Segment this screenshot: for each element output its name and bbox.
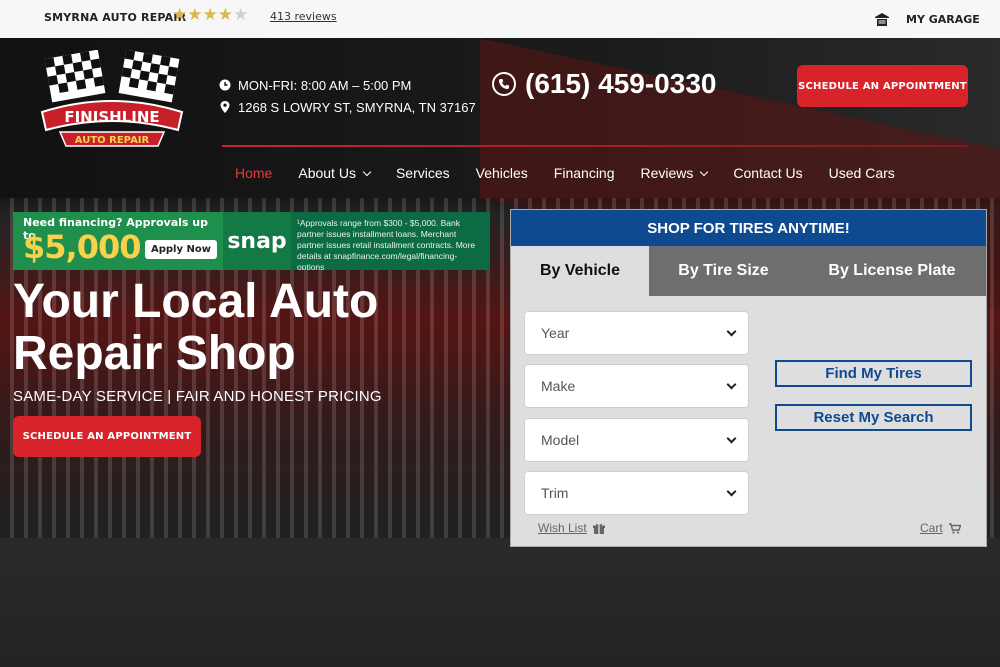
find-my-tires-button[interactable]: Find My Tires — [775, 360, 972, 387]
nav-item-label: Reviews — [640, 165, 694, 181]
hero-title-line2: Repair Shop — [13, 327, 296, 380]
gift-icon — [592, 523, 605, 534]
hours-row: MON-FRI: 8:00 AM – 5:00 PM — [218, 74, 476, 96]
snap-logo: snap — [223, 212, 291, 270]
clock-icon — [219, 79, 231, 91]
business-hours: MON-FRI: 8:00 AM – 5:00 PM — [238, 77, 412, 93]
snap-offer: Need financing? Approvals up to $5,000 A… — [13, 212, 223, 270]
phone-link[interactable]: (615) 459-0330 — [492, 68, 716, 100]
hero-title: Your Local Auto Repair Shop — [13, 276, 378, 380]
snap-financing-banner[interactable]: Need financing? Approvals up to $5,000 A… — [13, 212, 490, 270]
tab-by-vehicle[interactable]: By Vehicle — [511, 246, 649, 296]
tab-by-tire-size[interactable]: By Tire Size — [649, 246, 798, 296]
snap-amount: $5,000 — [23, 228, 141, 266]
reset-my-search-button[interactable]: Reset My Search — [775, 404, 972, 431]
tire-panel-heading: SHOP FOR TIRES ANYTIME! — [511, 210, 986, 246]
nav-item-services[interactable]: Services — [383, 165, 463, 181]
trim-select-placeholder: Trim — [541, 485, 569, 501]
half-star-icon: ★ — [232, 5, 249, 25]
snap-apply-button[interactable]: Apply Now — [145, 240, 217, 259]
nav-divider — [222, 145, 968, 147]
model-select-placeholder: Model — [541, 432, 580, 448]
nav-item-about-us[interactable]: About Us — [285, 165, 383, 181]
chevron-down-icon — [726, 433, 737, 444]
nav-item-label: About Us — [298, 165, 356, 181]
trim-select[interactable]: Trim — [524, 471, 749, 515]
make-select-placeholder: Make — [541, 378, 576, 394]
chevron-down-icon — [726, 379, 737, 390]
chevron-down-icon — [700, 167, 709, 177]
address-row: 1268 S LOWRY ST, SMYRNA, TN 37167 — [218, 96, 476, 118]
tab-by-license-plate[interactable]: By License Plate — [798, 246, 986, 296]
hero-tagline: SAME-DAY SERVICE | FAIR AND HONEST PRICI… — [13, 388, 382, 405]
year-select-placeholder: Year — [541, 325, 570, 341]
nav-item-reviews[interactable]: Reviews — [628, 165, 721, 181]
cart-icon — [948, 522, 961, 534]
shop-name: SMYRNA AUTO REPAIR — [44, 11, 187, 24]
map-pin-icon — [220, 101, 230, 113]
garage-icon[interactable] — [874, 12, 890, 26]
nav-item-used-cars[interactable]: Used Cars — [816, 165, 908, 181]
reviews-link[interactable]: 413 reviews — [270, 10, 337, 23]
cart-link[interactable]: Cart — [920, 521, 961, 535]
chevron-down-icon — [362, 167, 372, 177]
schedule-appointment-button-header[interactable]: SCHEDULE AN APPOINTMENT — [797, 65, 968, 107]
top-bar: SMYRNA AUTO REPAIR ★★★★★ 413 reviews MY … — [0, 0, 1000, 38]
nav-item-contact-us[interactable]: Contact Us — [720, 165, 815, 181]
nav-item-home[interactable]: Home — [222, 165, 285, 181]
hero-title-line1: Your Local Auto — [13, 275, 379, 328]
year-select[interactable]: Year — [524, 311, 749, 355]
tire-search-tabs: By Vehicle By Tire Size By License Plate — [511, 246, 986, 296]
contact-info: MON-FRI: 8:00 AM – 5:00 PM 1268 S LOWRY … — [218, 74, 476, 118]
main-nav: Home About Us Services Vehicles Financin… — [222, 165, 908, 181]
logo-line1: FINISHLINE — [64, 108, 159, 126]
cart-label: Cart — [920, 521, 943, 535]
my-garage-link[interactable]: MY GARAGE — [906, 13, 980, 26]
chevron-down-icon — [726, 326, 737, 337]
snap-fine-print: ¹Approvals range from $300 - $5,000. Ban… — [297, 218, 476, 270]
nav-item-vehicles[interactable]: Vehicles — [463, 165, 541, 181]
schedule-appointment-button-hero[interactable]: SCHEDULE AN APPOINTMENT — [13, 416, 201, 457]
rating-stars: ★★★★★ — [172, 5, 249, 25]
shop-address[interactable]: 1268 S LOWRY ST, SMYRNA, TN 37167 — [238, 100, 476, 115]
make-select[interactable]: Make — [524, 364, 749, 408]
finishline-logo[interactable]: FINISHLINE AUTO REPAIR — [38, 50, 186, 150]
phone-icon — [492, 72, 516, 96]
nav-item-financing[interactable]: Financing — [541, 165, 628, 181]
chevron-down-icon — [726, 486, 737, 497]
wish-list-label: Wish List — [538, 521, 587, 535]
wish-list-link[interactable]: Wish List — [538, 521, 605, 535]
tire-shop-panel: SHOP FOR TIRES ANYTIME! By Vehicle By Ti… — [510, 209, 987, 547]
model-select[interactable]: Model — [524, 418, 749, 462]
logo-line2: AUTO REPAIR — [75, 135, 150, 146]
phone-number: (615) 459-0330 — [525, 68, 717, 99]
